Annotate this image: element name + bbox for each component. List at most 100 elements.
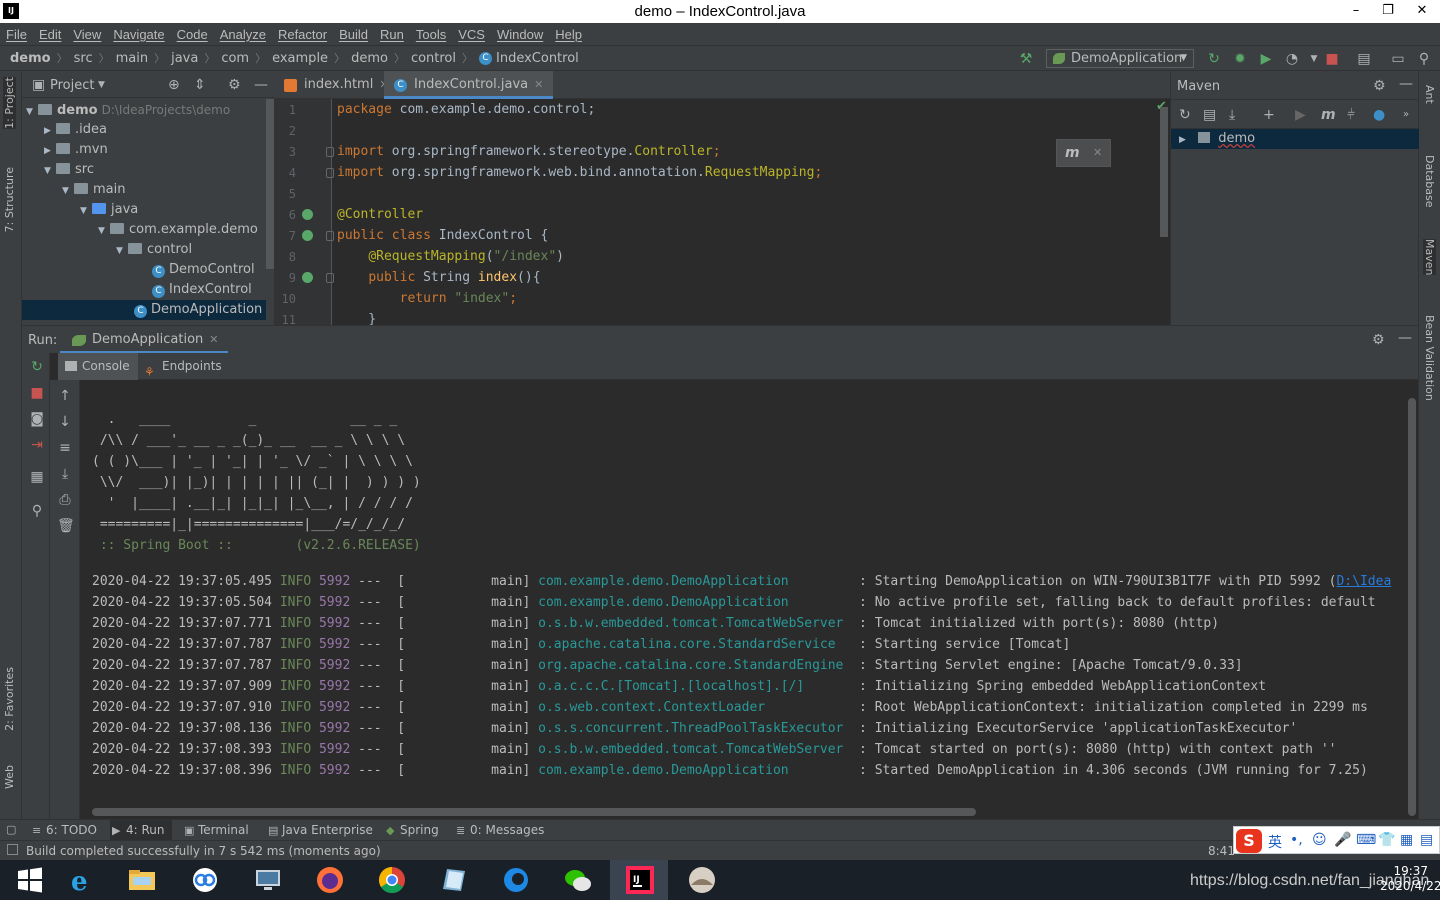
close-tab-icon[interactable]: ✕ (534, 78, 543, 91)
code-editor[interactable]: 1 2 3 4 5 6 7 8 9 10 11 package com.exam… (274, 99, 1170, 325)
layout-icon[interactable]: ▦ (29, 469, 45, 485)
hide-icon[interactable]: — (1399, 76, 1413, 92)
menu-code[interactable]: Code (177, 27, 208, 42)
arrow-down-icon[interactable]: ↓ (57, 414, 73, 430)
tree-item-democontrol[interactable]: C DemoControl (22, 260, 266, 280)
add-icon[interactable]: + (1263, 107, 1275, 123)
collapse-all-icon[interactable]: ⇕ (194, 77, 206, 93)
trash-icon[interactable]: 🗑 (57, 518, 75, 534)
maven-tool-button[interactable]: Maven (1423, 239, 1436, 276)
tab-terminal[interactable]: ▣ Terminal (182, 820, 258, 841)
menu-window[interactable]: Window (497, 27, 543, 42)
tree-item-src[interactable]: ▼ src (22, 160, 266, 180)
breadcrumb-item[interactable]: control (411, 51, 456, 66)
toolbox-icon[interactable]: ▦ (1400, 832, 1413, 848)
tree-item-java[interactable]: ▼ java (22, 200, 266, 220)
fold-marker-icon[interactable] (326, 168, 334, 178)
menu-edit[interactable]: Edit (39, 27, 61, 42)
menu-help[interactable]: Help (555, 27, 582, 42)
structure-tool-button[interactable]: 7: Structure (3, 167, 16, 232)
console-horizontal-scrollbar[interactable] (92, 808, 976, 816)
arrow-up-icon[interactable]: ↑ (57, 388, 73, 404)
database-tool-button[interactable]: Database (1423, 155, 1436, 208)
menu-file[interactable]: File (6, 27, 27, 42)
ime-mode[interactable]: 英 (1268, 832, 1282, 852)
tab-run[interactable]: ▶ 4: Run (110, 820, 172, 841)
taskbar-photo-viewer[interactable] (672, 860, 730, 900)
taskbar-edge[interactable] (486, 860, 544, 900)
taskbar-notepad[interactable] (424, 860, 482, 900)
console-vertical-scrollbar[interactable] (1408, 398, 1416, 816)
more-icon[interactable]: » (1403, 109, 1409, 120)
project-panel-title[interactable]: Project (50, 78, 94, 93)
profile-chevron-icon[interactable]: ▼ (1306, 51, 1322, 67)
download-icon[interactable]: ⤓ (1229, 107, 1235, 123)
keyboard-icon[interactable]: ⌨ (1356, 832, 1376, 848)
breadcrumb-item[interactable]: com (221, 51, 249, 66)
chevron-down-icon[interactable]: ▼ (98, 80, 105, 90)
start-button[interactable] (0, 860, 58, 900)
tree-item-demo[interactable]: ▼ demo D:\IdeaProjects\demo (22, 100, 266, 120)
spring-bean-icon[interactable] (302, 230, 313, 241)
soft-wrap-icon[interactable]: ≡ (57, 440, 73, 456)
project-structure-icon[interactable]: ▤ (1356, 51, 1372, 67)
gear-icon[interactable]: ⚙ (228, 77, 241, 93)
tree-item-demoapplication[interactable]: C DemoApplication (22, 300, 266, 320)
skin-icon[interactable]: 👕 (1378, 832, 1395, 848)
close-icon[interactable]: ✕ (1093, 146, 1102, 159)
run-tab-demoapplication[interactable]: DemoApplication ✕ (60, 326, 229, 354)
favorites-tool-button[interactable]: 2: Favorites (3, 667, 16, 731)
taskbar-monitor[interactable] (238, 860, 296, 900)
bean-validation-tool-button[interactable]: Bean Validation (1423, 315, 1436, 401)
gear-icon[interactable]: ⚙ (1372, 332, 1385, 348)
breadcrumb-item[interactable]: src (74, 51, 93, 66)
tab-spring[interactable]: ◆ Spring (384, 820, 446, 841)
taskbar-baidu-netdisk[interactable] (175, 860, 233, 900)
hide-icon[interactable]: — (1398, 330, 1412, 346)
maven-project-demo[interactable]: ▶ demo (1171, 129, 1419, 149)
taskbar-intellij[interactable]: IJ (610, 860, 668, 900)
run-configuration-select[interactable]: DemoApplication ▼ (1046, 49, 1194, 68)
taskbar-chrome[interactable] (362, 860, 420, 900)
sogou-ime-icon[interactable]: S (1236, 829, 1262, 853)
toggle-tool-windows-icon[interactable]: ▢ (6, 823, 16, 836)
menu-refactor[interactable]: Refactor (278, 27, 327, 42)
taskbar-file-explorer[interactable] (112, 860, 170, 900)
locate-icon[interactable]: ⊕ (168, 77, 180, 93)
ant-tool-button[interactable]: Ant (1423, 85, 1436, 104)
reload-icon[interactable]: ↻ (1179, 107, 1191, 123)
close-window-button[interactable]: ✕ (1406, 0, 1438, 22)
caret-position[interactable]: 8:41 (1208, 844, 1235, 858)
punctuation-icon[interactable]: •, (1290, 832, 1303, 848)
menu-vcs[interactable]: VCS (458, 27, 485, 42)
tab-endpoints[interactable]: ⚘ Endpoints (138, 353, 230, 380)
profile-icon[interactable]: ◔ (1284, 51, 1300, 67)
menu-icon[interactable]: ▤ (1420, 832, 1433, 848)
hide-icon[interactable]: — (254, 77, 268, 93)
fold-marker-icon[interactable] (326, 147, 334, 157)
console-output[interactable]: . ____ _ __ _ _ /\\ / ___'_ __ _ _(_)_ _… (80, 380, 1418, 819)
file-link[interactable]: D:\Idea (1336, 574, 1391, 589)
tree-item-control[interactable]: ▼ control (22, 240, 266, 260)
exit-icon[interactable]: ⇥ (29, 437, 45, 453)
minimize-button[interactable]: – (1340, 0, 1372, 22)
menu-tools[interactable]: Tools (416, 27, 446, 42)
menu-view[interactable]: View (73, 27, 101, 42)
search-icon[interactable]: ⚲ (1416, 51, 1432, 67)
taskbar-wechat[interactable] (548, 860, 606, 900)
breadcrumb-item[interactable]: demo (351, 51, 388, 66)
emoji-icon[interactable]: ☺ (1312, 832, 1327, 848)
tab-java-enterprise[interactable]: ▤ Java Enterprise (266, 820, 378, 841)
breadcrumb-item[interactable]: example (272, 51, 328, 66)
debug-icon[interactable]: ✹ (1232, 51, 1248, 67)
toggle-offline-icon[interactable]: ⫩ (1347, 107, 1355, 123)
skip-tests-icon[interactable]: ● (1373, 107, 1385, 123)
status-toggle-icon[interactable] (7, 844, 18, 855)
rerun-icon[interactable]: ↻ (1206, 51, 1222, 67)
taskbar-ie[interactable]: e (52, 860, 110, 900)
print-icon[interactable]: ⎙ (57, 492, 73, 508)
menu-navigate[interactable]: Navigate (113, 27, 164, 42)
scroll-to-end-icon[interactable]: ⤓ (57, 466, 73, 482)
breadcrumb-item[interactable]: IndexControl (496, 51, 579, 66)
tab-index-html[interactable]: index.html✕ (274, 71, 399, 99)
